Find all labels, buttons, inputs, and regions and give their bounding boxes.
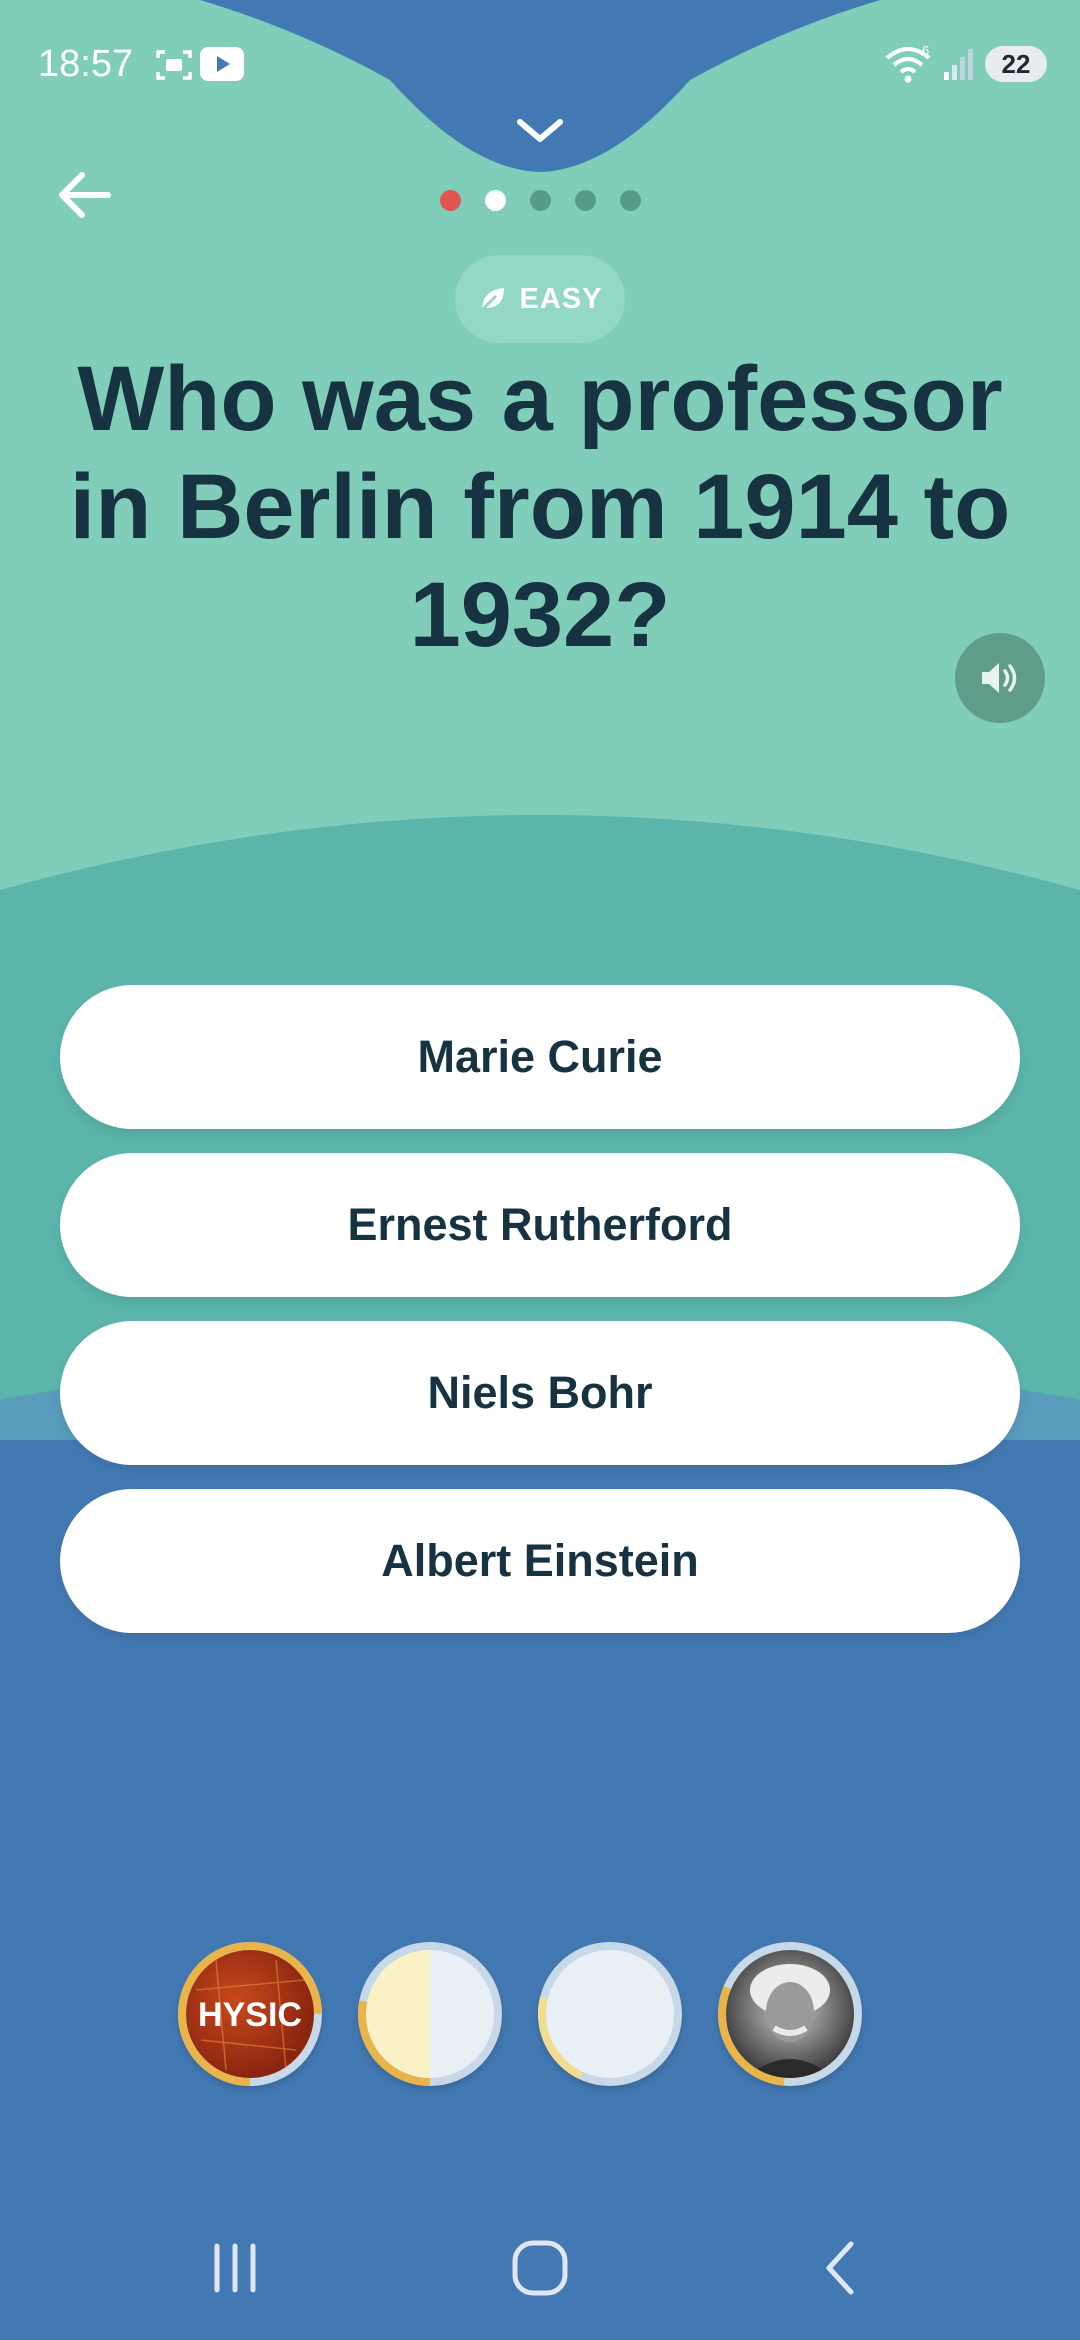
read-aloud-button[interactable] [955, 633, 1045, 723]
portrait-icon [746, 1964, 834, 2078]
progress-dot-current [484, 190, 506, 211]
badge-2[interactable] [358, 1942, 502, 2086]
battery-level: 22 [985, 46, 1047, 82]
home-button[interactable] [508, 2238, 572, 2298]
chevron-down-icon [517, 119, 563, 142]
progress-dot [439, 190, 461, 211]
youtube-icon [200, 47, 244, 86]
recent-apps-button[interactable] [205, 2240, 265, 2296]
physics-icon: HYSIC [195, 1959, 305, 2071]
answer-option[interactable]: Marie Curie [60, 985, 1020, 1129]
answer-option[interactable]: Albert Einstein [60, 1489, 1020, 1633]
svg-text:6: 6 [922, 44, 929, 58]
wifi-icon: 6 [884, 43, 934, 89]
progress-dot [619, 190, 641, 211]
back-nav-button[interactable] [815, 2238, 865, 2298]
signal-icon [942, 46, 976, 87]
back-nav-icon [826, 2241, 854, 2295]
answer-list: Marie Curie Ernest Rutherford Niels Bohr… [60, 985, 1020, 1657]
question-text: Who was a professor in Berlin from 1914 … [69, 348, 1011, 666]
screenshot-icon [155, 47, 193, 88]
answer-option[interactable]: Niels Bohr [60, 1321, 1020, 1465]
progress-dot [529, 190, 551, 211]
progress-dot [574, 190, 596, 211]
speaker-icon [982, 663, 1017, 693]
home-icon [512, 2240, 568, 2296]
question-progress-dots [0, 190, 1080, 211]
leaf-icon [480, 288, 504, 312]
einstein-badge[interactable] [718, 1942, 862, 2086]
difficulty-badge: EASY [455, 255, 625, 343]
badge-3[interactable] [538, 1942, 682, 2086]
recent-apps-icon [214, 2243, 256, 2293]
difficulty-label: EASY [519, 282, 603, 315]
collapse-button[interactable] [505, 105, 575, 155]
answer-option[interactable]: Ernest Rutherford [60, 1153, 1020, 1297]
status-time: 18:57 [38, 43, 134, 85]
badge-label: HYSIC [198, 1996, 302, 2034]
physics-badge[interactable]: HYSIC [178, 1942, 322, 2086]
category-badges: HYSIC [178, 1942, 862, 2086]
